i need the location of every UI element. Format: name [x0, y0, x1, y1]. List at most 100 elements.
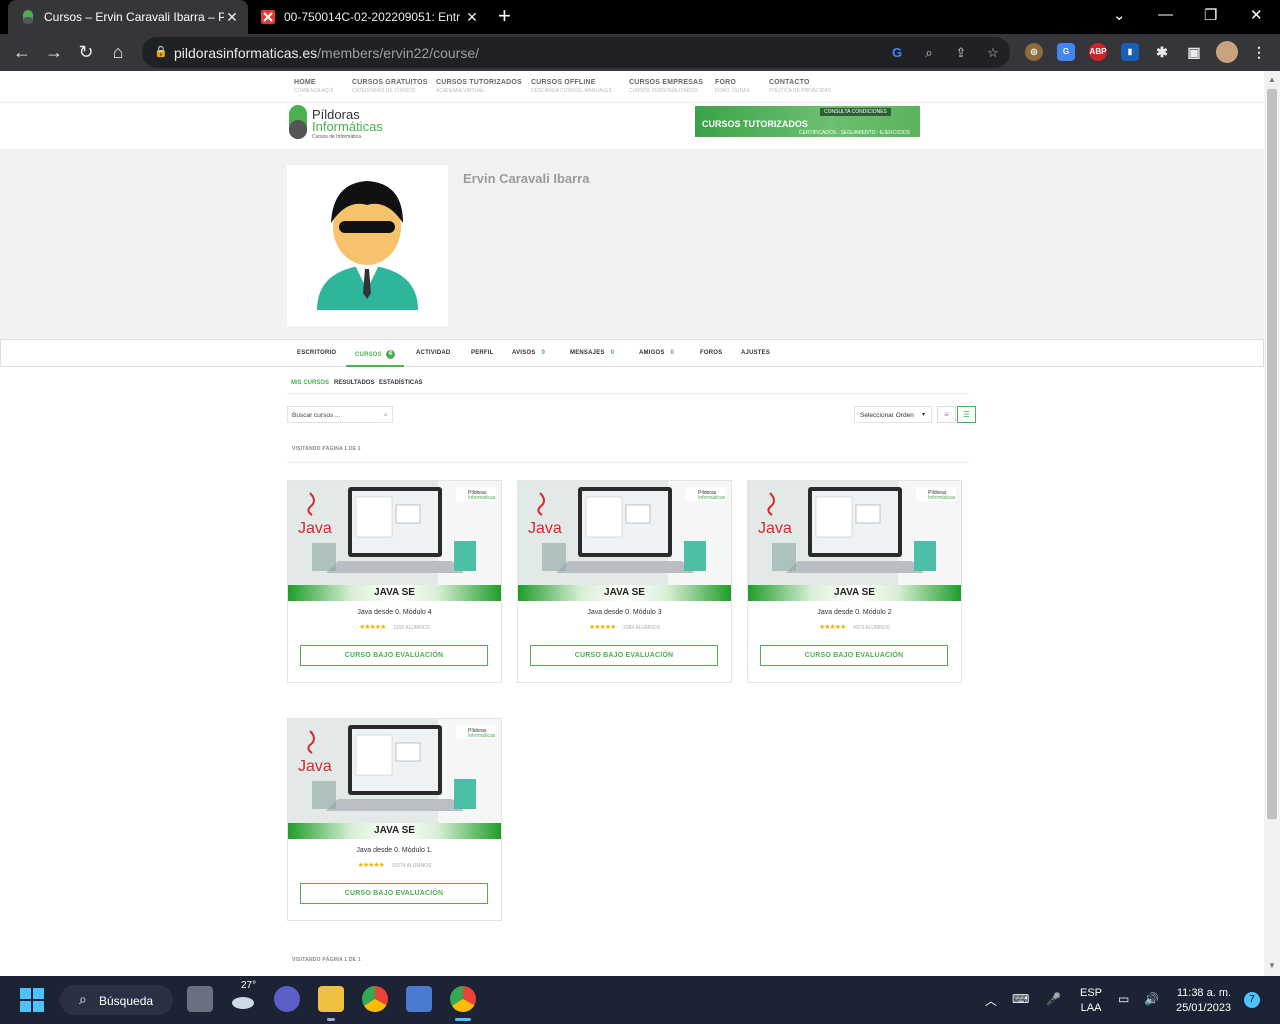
course-card[interactable]: Java Píldoras Informáticas JAVA SE Java …: [287, 480, 502, 683]
course-card[interactable]: Java Píldoras Informáticas JAVA SE Java …: [287, 718, 502, 921]
windows-start-icon[interactable]: [20, 988, 44, 1012]
course-thumbnail[interactable]: Java Píldoras Informáticas: [288, 719, 501, 839]
course-rating: ★★★★★ 3192 ALUMNOS: [288, 623, 501, 631]
tab-estadisticas[interactable]: ESTADÍSTICAS: [379, 380, 423, 386]
svg-text:Informáticas: Informáticas: [928, 495, 956, 501]
course-title[interactable]: Java desde 0. Módulo 1.: [288, 847, 501, 854]
nav-cursos-tutorizados[interactable]: CURSOS TUTORIZADOS ACADEMIA VIRTUAL: [436, 79, 522, 94]
subnav-escritorio[interactable]: ESCRITORIO: [297, 350, 336, 356]
extension-owl-icon[interactable]: ◎: [1025, 43, 1043, 61]
tray-chevron-icon[interactable]: ︿: [985, 992, 997, 1009]
input-language[interactable]: ESP LAA: [1080, 986, 1102, 1016]
scrollbar-thumb[interactable]: [1267, 89, 1277, 819]
url-text: pildorasinformaticas.es/members/ervin22/…: [174, 45, 480, 61]
course-thumbnail[interactable]: Java Píldoras Informáticas: [288, 481, 501, 601]
task-view-icon[interactable]: [187, 986, 213, 1012]
order-select-label: Seleccionar Orden: [860, 412, 914, 419]
vertical-scrollbar[interactable]: ▲ ▼: [1264, 71, 1280, 976]
tab-mis-cursos[interactable]: MIS CURSOS: [291, 380, 329, 386]
weather-icon[interactable]: 27°: [230, 980, 256, 1012]
file-explorer-icon[interactable]: [318, 986, 344, 1012]
scroll-down-icon[interactable]: ▼: [1268, 961, 1276, 970]
keyboard-icon[interactable]: ⌨: [1012, 992, 1029, 1006]
restore-icon[interactable]: ❐: [1204, 6, 1217, 24]
nav-cursos-gratuitos[interactable]: CURSOS GRATUITOS CATEGORÍAS DE CURSOS: [352, 79, 428, 94]
microphone-icon[interactable]: 🎤: [1046, 992, 1061, 1006]
home-icon[interactable]: ⌂: [106, 40, 130, 64]
course-title[interactable]: Java desde 0. Módulo 4: [288, 609, 501, 616]
list-view-icon[interactable]: ≡: [937, 406, 956, 423]
subnav-actividad[interactable]: ACTIVIDAD: [416, 350, 450, 356]
tab-cursos[interactable]: Cursos – Ervin Caravali Ibarra – Pí ✕: [8, 0, 248, 34]
course-thumbnail[interactable]: Java Píldoras Informáticas: [518, 481, 731, 601]
avatar[interactable]: [287, 165, 448, 326]
translate-icon[interactable]: G: [1057, 43, 1075, 61]
new-tab-icon[interactable]: +: [498, 5, 511, 27]
chrome-profile-icon[interactable]: [450, 986, 476, 1012]
reload-icon[interactable]: ↻: [74, 40, 98, 64]
close-window-icon[interactable]: ✕: [1250, 6, 1263, 24]
profile-avatar-icon[interactable]: [1216, 41, 1238, 63]
subnav-amigos[interactable]: AMIGOS 0: [639, 350, 674, 356]
nav-cursos-offline[interactable]: CURSOS OFFLINE DESCARGA CURSOS, MANUALES: [531, 79, 612, 94]
forward-icon[interactable]: →: [42, 40, 66, 64]
taskbar-search[interactable]: ⌕ Búsqueda: [60, 985, 173, 1015]
course-card[interactable]: Java Píldoras Informáticas JAVA SE Java …: [517, 480, 732, 683]
close-tab-icon[interactable]: ✕: [464, 9, 480, 26]
menu-kebab-icon[interactable]: ⋮: [1250, 43, 1268, 61]
tab-resultados[interactable]: RESULTADOS: [334, 380, 374, 386]
chrome-icon[interactable]: [362, 986, 388, 1012]
share-icon[interactable]: ⇪: [953, 45, 969, 61]
reader-icon[interactable]: ▮: [1121, 43, 1139, 61]
nav-cursos-empresas[interactable]: CURSOS EMPRESAS CURSOS PERSONALIZADOS: [629, 79, 703, 94]
profile-header: Ervin Caravali Ibarra: [0, 149, 1264, 339]
order-select[interactable]: Seleccionar Orden ▾: [854, 406, 932, 423]
back-icon[interactable]: ←: [10, 40, 34, 64]
cursos-tutorizados-banner[interactable]: CONSULTA CONDICIONES CURSOS TUTORIZADOS …: [695, 106, 920, 137]
svg-text:Informáticas: Informáticas: [468, 733, 496, 739]
close-tab-icon[interactable]: ✕: [224, 9, 240, 26]
tab-search-icon[interactable]: ⌄: [1113, 6, 1126, 24]
side-panel-icon[interactable]: ▣: [1185, 43, 1203, 61]
teams-chat-icon[interactable]: [274, 986, 300, 1012]
course-title[interactable]: Java desde 0. Módulo 2: [748, 609, 961, 616]
search-icon[interactable]: ⌕: [384, 410, 388, 420]
network-icon[interactable]: ▭: [1118, 992, 1129, 1006]
clock[interactable]: 11:38 a. m. 25/01/2023: [1176, 986, 1231, 1016]
web-page: HOME COMIENZA AQUÍ CURSOS GRATUITOS CATEGO…: [0, 71, 1264, 976]
volume-icon[interactable]: 🔊: [1144, 992, 1159, 1006]
course-status-button[interactable]: CURSO BAJO EVALUACIÓN: [760, 645, 948, 666]
nav-home[interactable]: HOME COMIENZA AQUÍ: [294, 79, 333, 94]
grid-view-icon[interactable]: ☰: [957, 406, 976, 423]
subnav-mensajes[interactable]: MENSAJES 0: [570, 350, 614, 356]
tab-entrega[interactable]: 00-750014C-02-202209051: Entr ✕: [250, 0, 488, 34]
subnav-avisos[interactable]: AVISOS 0: [512, 350, 545, 356]
user-avatar-icon: [317, 181, 418, 310]
scroll-up-icon[interactable]: ▲: [1268, 75, 1276, 84]
minimize-icon[interactable]: —: [1158, 6, 1173, 23]
course-status-button[interactable]: CURSO BAJO EVALUACIÓN: [300, 883, 488, 904]
address-bar[interactable]: 🔒 pildorasinformaticas.es/members/ervin2…: [142, 37, 1010, 68]
adblock-icon[interactable]: ABP: [1089, 43, 1107, 61]
subnav-perfil[interactable]: PERFIL: [471, 350, 494, 356]
notification-badge[interactable]: 7: [1244, 992, 1260, 1008]
virtualbox-icon[interactable]: [406, 986, 432, 1012]
bookmark-star-icon[interactable]: ☆: [985, 45, 1001, 61]
subnav-cursos[interactable]: CURSOS 4: [355, 350, 395, 359]
google-icon[interactable]: G: [889, 45, 905, 61]
nav-foro[interactable]: FORO FORO, DUDAS: [715, 79, 750, 94]
nav-contacto[interactable]: CONTACTO POLÍTICA DE PRIVACIDAD: [769, 79, 831, 94]
course-thumbnail[interactable]: Java Píldoras Informáticas: [748, 481, 961, 601]
zoom-icon[interactable]: ⌕: [921, 45, 937, 61]
course-status-button[interactable]: CURSO BAJO EVALUACIÓN: [530, 645, 718, 666]
course-card[interactable]: Java Píldoras Informáticas JAVA SE Java …: [747, 480, 962, 683]
subnav-ajustes[interactable]: AJUSTES: [741, 350, 770, 356]
weather-temp: 27°: [241, 980, 257, 991]
subnav-foros[interactable]: FOROS: [700, 350, 722, 356]
course-search-input[interactable]: Buscar cursos ... ⌕: [287, 406, 393, 423]
site-logo[interactable]: Píldoras Informáticas Cursos de Informát…: [288, 105, 408, 141]
course-status-button[interactable]: CURSO BAJO EVALUACIÓN: [300, 645, 488, 666]
profile-subnav: ESCRITORIO CURSOS 4 ACTIVIDAD PERFIL AVIS…: [0, 339, 1264, 367]
extensions-puzzle-icon[interactable]: ✱: [1153, 43, 1171, 61]
course-title[interactable]: Java desde 0. Módulo 3: [518, 609, 731, 616]
